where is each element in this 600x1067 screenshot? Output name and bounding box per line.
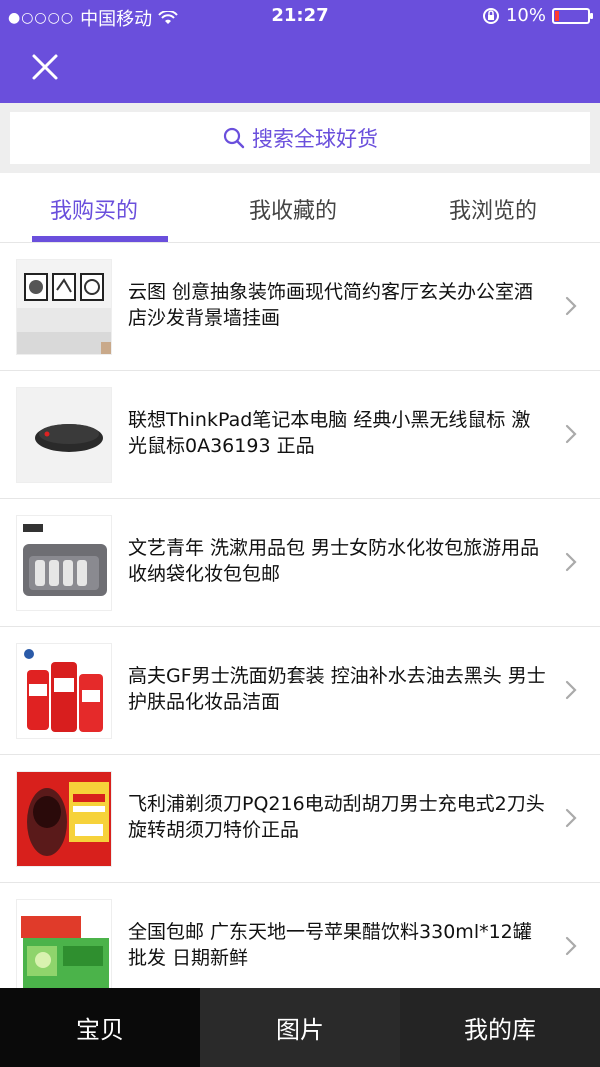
chevron-right-icon — [565, 936, 577, 956]
tab-active-indicator — [32, 236, 168, 242]
product-thumbnail — [16, 387, 112, 483]
close-icon[interactable] — [28, 50, 62, 84]
tab-purchased[interactable]: 我购买的 — [50, 193, 138, 225]
header-bar: ●○○○○ 中国移动 21:27 10% — [0, 0, 600, 103]
chevron-right-icon — [565, 808, 577, 828]
chevron-right-icon — [565, 296, 577, 316]
product-title: 云图 创意抽象装饰画现代简约客厅玄关办公室酒店沙发背景墙挂画 — [128, 281, 534, 329]
chevron-right-icon — [565, 680, 577, 700]
list-item[interactable]: 飞利浦剃须刀PQ216电动刮胡刀男士充电式2刀头旋转胡须刀特价正品 — [0, 755, 600, 883]
search-area: 搜索全球好货 — [0, 103, 600, 173]
bottom-tab-images[interactable]: 图片 — [200, 988, 400, 1067]
search-placeholder: 搜索全球好货 — [252, 127, 378, 151]
list-item[interactable]: 文艺青年 洗漱用品包 男士女防水化妆包旅游用品收纳袋化妆包包邮 — [0, 499, 600, 627]
product-title: 全国包邮 广东天地一号苹果醋饮料330ml*12罐批发 日期新鲜 — [128, 921, 532, 969]
search-input[interactable]: 搜索全球好货 — [10, 112, 590, 164]
chevron-right-icon — [565, 552, 577, 572]
product-thumbnail — [16, 259, 112, 355]
product-thumbnail — [16, 515, 112, 611]
product-thumbnail — [16, 643, 112, 739]
battery-level — [555, 10, 559, 21]
list-item[interactable]: 高夫GF男士洗面奶套装 控油补水去油去黑头 男士护肤品化妆品洁面 — [0, 627, 600, 755]
product-title: 飞利浦剃须刀PQ216电动刮胡刀男士充电式2刀头旋转胡须刀特价正品 — [128, 793, 545, 841]
tab-bar: 我购买的 我收藏的 我浏览的 — [0, 173, 600, 243]
status-bar: ●○○○○ 中国移动 21:27 10% — [0, 0, 600, 34]
product-list: 云图 创意抽象装饰画现代简约客厅玄关办公室酒店沙发背景墙挂画 联想ThinkPa… — [0, 243, 600, 1011]
product-title: 高夫GF男士洗面奶套装 控油补水去油去黑头 男士护肤品化妆品洁面 — [128, 665, 546, 713]
product-thumbnail — [16, 899, 112, 995]
status-right: 10% — [482, 5, 593, 26]
product-title: 联想ThinkPad笔记本电脑 经典小黑无线鼠标 激光鼠标0A36193 正品 — [128, 409, 531, 457]
tab-browsed[interactable]: 我浏览的 — [449, 193, 537, 225]
rotation-lock-icon — [482, 7, 499, 24]
search-icon — [223, 127, 245, 149]
battery-percent: 10% — [505, 5, 546, 26]
chevron-right-icon — [565, 424, 577, 444]
bottom-tab-my-library[interactable]: 我的库 — [400, 988, 600, 1067]
bottom-tab-items[interactable]: 宝贝 — [0, 988, 200, 1067]
product-title: 文艺青年 洗漱用品包 男士女防水化妆包旅游用品收纳袋化妆包包邮 — [128, 537, 540, 585]
product-thumbnail — [16, 771, 112, 867]
tab-favorites[interactable]: 我收藏的 — [249, 193, 337, 225]
bottom-nav: 宝贝 图片 我的库 — [0, 988, 600, 1067]
list-item[interactable]: 联想ThinkPad笔记本电脑 经典小黑无线鼠标 激光鼠标0A36193 正品 — [0, 371, 600, 499]
list-item[interactable]: 云图 创意抽象装饰画现代简约客厅玄关办公室酒店沙发背景墙挂画 — [0, 243, 600, 371]
battery-icon — [552, 7, 593, 24]
